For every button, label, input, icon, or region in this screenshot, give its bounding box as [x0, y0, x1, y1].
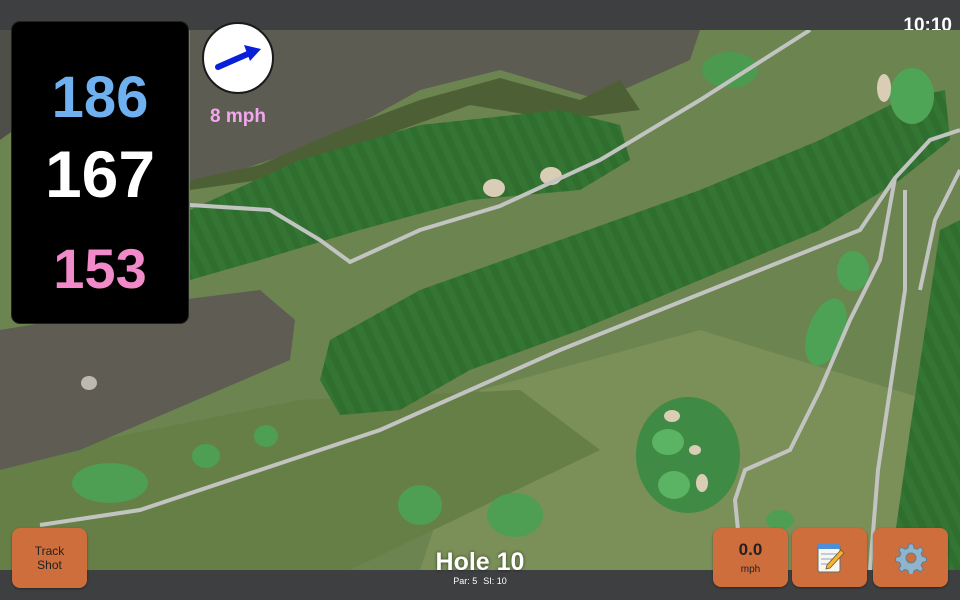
distance-panel: 186 167 153 — [12, 22, 188, 323]
speed-button[interactable]: 0.0 mph — [713, 528, 788, 587]
hole-par: Par: 5 — [453, 576, 478, 586]
notes-button[interactable] — [792, 528, 867, 587]
track-shot-label: Track Shot — [34, 544, 65, 572]
wind-arrow-icon — [215, 45, 261, 70]
distance-middle: 167 — [44, 137, 156, 211]
track-shot-button[interactable]: Track Shot — [12, 528, 87, 588]
hole-details: Par: 5 SI: 10 — [380, 576, 580, 586]
speed-value: 0.0 — [738, 540, 763, 559]
distance-back: 186 — [51, 65, 149, 130]
settings-button[interactable] — [873, 528, 948, 587]
wind-indicator — [202, 22, 274, 94]
notepad-icon — [817, 543, 845, 572]
speed-unit: mph — [740, 564, 761, 575]
wind-speed: 8 mph — [210, 106, 266, 127]
hole-si: SI: 10 — [483, 576, 507, 586]
hole-info: Hole 10 Par: 5 SI: 10 — [380, 548, 580, 586]
gear-icon — [894, 543, 927, 574]
hole-title: Hole 10 — [435, 548, 525, 576]
distance-front: 153 — [53, 237, 147, 300]
